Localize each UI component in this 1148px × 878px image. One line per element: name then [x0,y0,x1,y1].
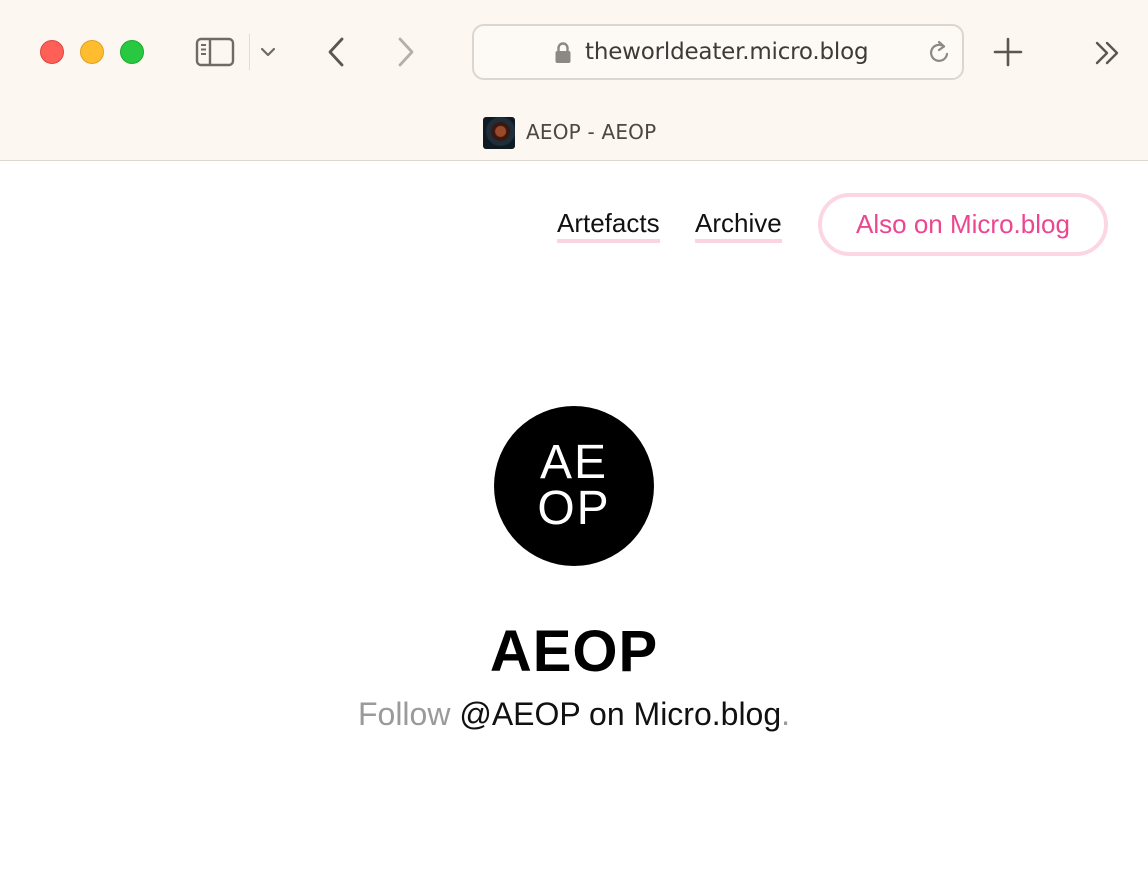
new-tab-button[interactable] [990,33,1026,71]
nav-link-artefacts[interactable]: Artefacts [557,207,660,243]
chevron-right-icon [398,37,414,67]
minimize-window-button[interactable] [80,40,104,64]
lock-icon [555,42,571,63]
follow-handle-link[interactable]: @AEOP on Micro.blog [459,696,781,732]
reload-icon[interactable] [928,40,952,66]
chevron-left-icon [328,37,344,67]
browser-toolbar: theworldeater.micro.blog AEOP - AEOP [0,0,1148,161]
avatar-text-line1: AE [539,436,609,489]
also-on-microblog-button[interactable]: Also on Micro.blog [818,193,1108,256]
follow-word: Follow [357,696,451,732]
plus-icon [993,37,1023,67]
more-tabs-button[interactable] [1090,35,1126,71]
address-bar[interactable]: theworldeater.micro.blog [472,24,964,80]
back-button[interactable] [318,33,354,71]
nav-link-archive[interactable]: Archive [695,207,782,243]
tab-favicon [483,117,515,149]
site-title: AEOP [489,619,659,684]
sidebar-toggle-button[interactable] [192,33,238,71]
tab-group-menu-button[interactable] [256,40,280,64]
follow-line: Follow @AEOP on Micro.blog. [0,696,1148,733]
sidebar-icon [195,37,235,67]
avatar: AE OP [494,406,654,566]
double-chevron-right-icon [1095,41,1119,65]
forward-button[interactable] [388,33,424,71]
tab-title[interactable]: AEOP - AEOP [526,120,656,144]
zoom-window-button[interactable] [120,40,144,64]
avatar-text-line2: OP [537,482,611,535]
chevron-down-icon [260,47,276,57]
close-window-button[interactable] [40,40,64,64]
toolbar-divider [249,34,250,70]
follow-period: . [781,696,791,732]
url-text[interactable]: theworldeater.micro.blog [585,39,869,65]
